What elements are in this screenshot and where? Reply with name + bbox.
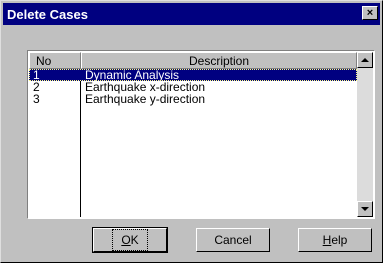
arrow-up-icon — [361, 58, 369, 62]
ok-mnemonic: O — [121, 233, 131, 247]
scroll-down-button[interactable] — [357, 201, 373, 217]
scroll-up-button[interactable] — [357, 52, 373, 68]
row-no: 3 — [33, 92, 40, 106]
column-header-description[interactable]: Description — [81, 52, 357, 69]
help-button[interactable]: Help — [298, 228, 372, 252]
row-description: Earthquake y-direction — [85, 92, 206, 106]
vertical-scrollbar[interactable] — [357, 52, 373, 217]
ok-button[interactable]: OK — [92, 227, 168, 253]
list-rows: 1 Dynamic Analysis 2 Earthquake x-direct… — [29, 69, 357, 105]
title-bar[interactable]: Delete Cases × — [3, 3, 380, 25]
cases-list[interactable]: No Description 1 Dynamic Analysis 2 Eart… — [27, 50, 375, 219]
arrow-down-icon — [361, 207, 369, 211]
close-icon: × — [366, 6, 374, 19]
delete-cases-dialog: Delete Cases × No Description 1 Dynamic … — [0, 0, 383, 263]
cancel-button[interactable]: Cancel — [196, 228, 270, 252]
cancel-label: Cancel — [214, 233, 252, 247]
help-label-rest: elp — [331, 233, 348, 247]
list-header: No Description — [29, 52, 357, 69]
dialog-title: Delete Cases — [7, 6, 88, 22]
list-row-3[interactable]: 3 Earthquake y-direction — [29, 93, 357, 105]
column-header-no[interactable]: No — [29, 52, 81, 69]
close-button[interactable]: × — [362, 6, 378, 20]
ok-label-rest: K — [130, 233, 139, 247]
